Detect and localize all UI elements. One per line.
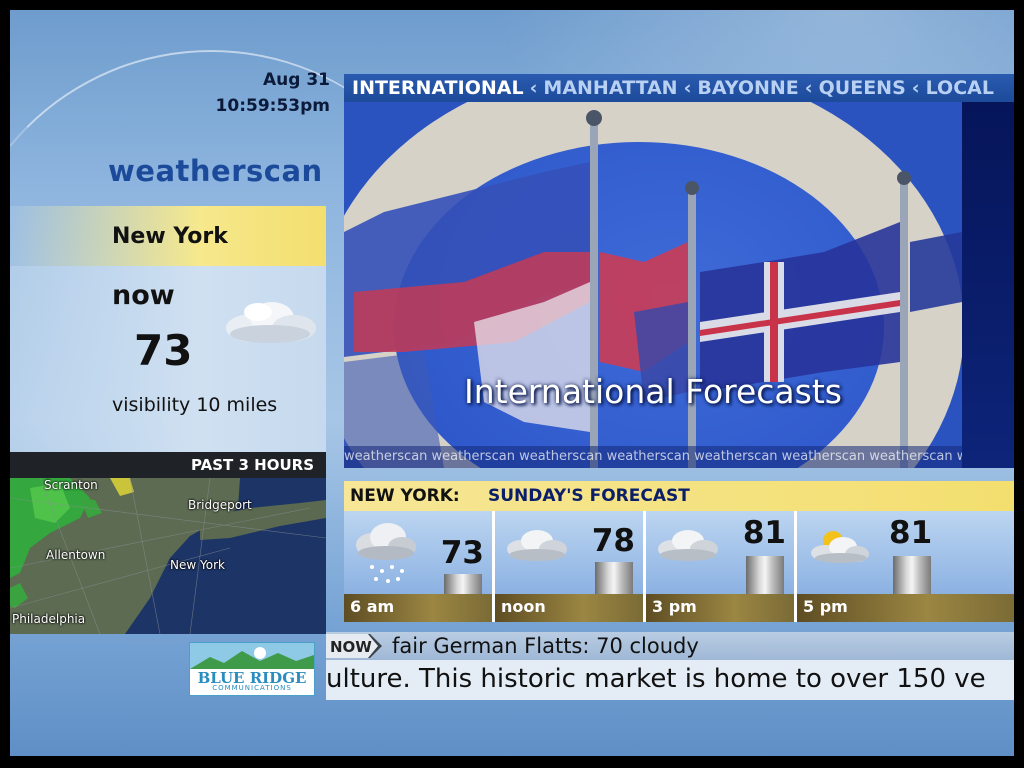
radar-title: PAST 3 HOURS <box>191 456 314 474</box>
ticker-current: NOW fair German Flatts: 70 cloudy <box>326 632 1014 660</box>
current-visibility: visibility 10 miles <box>112 394 278 416</box>
forecast-temp: 81 <box>742 515 786 551</box>
screen: Aug 31 10:59:53pm weatherscan New York n… <box>0 0 1024 768</box>
forecast-title: SUNDAY'S FORECAST <box>488 486 690 506</box>
forecast-time: 6 am <box>350 597 395 616</box>
current-label: now <box>112 280 175 311</box>
sponsor-subtitle: COMMUNICATIONS <box>212 684 292 692</box>
rain-icon <box>356 523 416 583</box>
radar-label-allentown: Allentown <box>46 548 106 562</box>
radar-label-new-york: New York <box>170 558 225 572</box>
chevron-left-icon: ‹ <box>529 77 538 99</box>
tab-bayonne[interactable]: BAYONNE <box>697 74 798 99</box>
chevron-left-icon: ‹ <box>683 77 692 99</box>
radar-label-bridgeport: Bridgeport <box>188 498 252 512</box>
chevron-left-icon: ‹ <box>804 77 813 99</box>
partly-cloudy-icon <box>811 531 869 563</box>
forecast-time: 5 pm <box>803 597 848 616</box>
video-title: International Forecasts <box>464 372 842 411</box>
ticker-crawl-text: ulture. This historic market is home to … <box>326 664 986 694</box>
forecast-period: 81 5 pm <box>797 511 1014 622</box>
radar-label-philadelphia: Philadelphia <box>12 612 86 626</box>
brand-logo-text: weatherscan <box>108 154 323 188</box>
tab-queens[interactable]: QUEENS <box>819 74 906 99</box>
forecast-time: noon <box>501 597 546 616</box>
forecast-period: 78 noon <box>495 511 646 622</box>
video-side-panel <box>962 102 1014 468</box>
radar-map: Scranton Bridgeport Allentown New York P… <box>10 478 326 634</box>
now-badge-icon: NOW <box>326 634 382 658</box>
forecast-header: NEW YORK: SUNDAY'S FORECAST <box>344 481 1014 511</box>
cloudy-icon <box>658 530 718 561</box>
flags-image <box>344 110 962 468</box>
now-badge-label: NOW <box>330 638 372 656</box>
forecast-temp: 78 <box>591 523 635 559</box>
chevron-left-icon: ‹ <box>911 77 920 99</box>
current-temperature: 73 <box>134 326 193 375</box>
location-tabs: INTERNATIONAL ‹ MANHATTAN ‹ BAYONNE ‹ QUEENS ‹ L… <box>344 74 1014 102</box>
date-label: Aug 31 <box>262 70 330 90</box>
cloudy-icon <box>226 302 316 343</box>
radar-label-scranton: Scranton <box>44 478 98 492</box>
forecast-period: 73 6 am <box>344 511 495 622</box>
mountain-logo-icon <box>190 643 314 669</box>
tab-manhattan[interactable]: MANHATTAN <box>543 74 677 99</box>
city-name: New York <box>112 224 228 249</box>
ticker-crawl: ulture. This historic market is home to … <box>326 660 1014 700</box>
radar-header: PAST 3 HOURS <box>10 452 326 478</box>
forecast-time: 3 pm <box>652 597 697 616</box>
video-panel: International Forecasts weatherscan weat… <box>344 102 962 468</box>
sponsor-logo: BLUE RIDGE COMMUNICATIONS <box>189 642 315 696</box>
clock-label: 10:59:53pm <box>215 96 330 116</box>
forecast-temp: 73 <box>440 535 484 571</box>
tab-local[interactable]: LOCAL <box>926 74 994 99</box>
tab-international[interactable]: INTERNATIONAL <box>344 74 524 99</box>
forecast-temp: 81 <box>889 515 933 551</box>
forecast-location: NEW YORK: <box>350 486 460 506</box>
city-bar: New York <box>10 206 326 266</box>
cloudy-icon <box>507 530 567 561</box>
video-watermark: weatherscan weatherscan weatherscan weat… <box>344 446 962 468</box>
ticker-current-text: fair German Flatts: 70 cloudy <box>392 634 699 658</box>
forecast-period: 81 3 pm <box>646 511 797 622</box>
